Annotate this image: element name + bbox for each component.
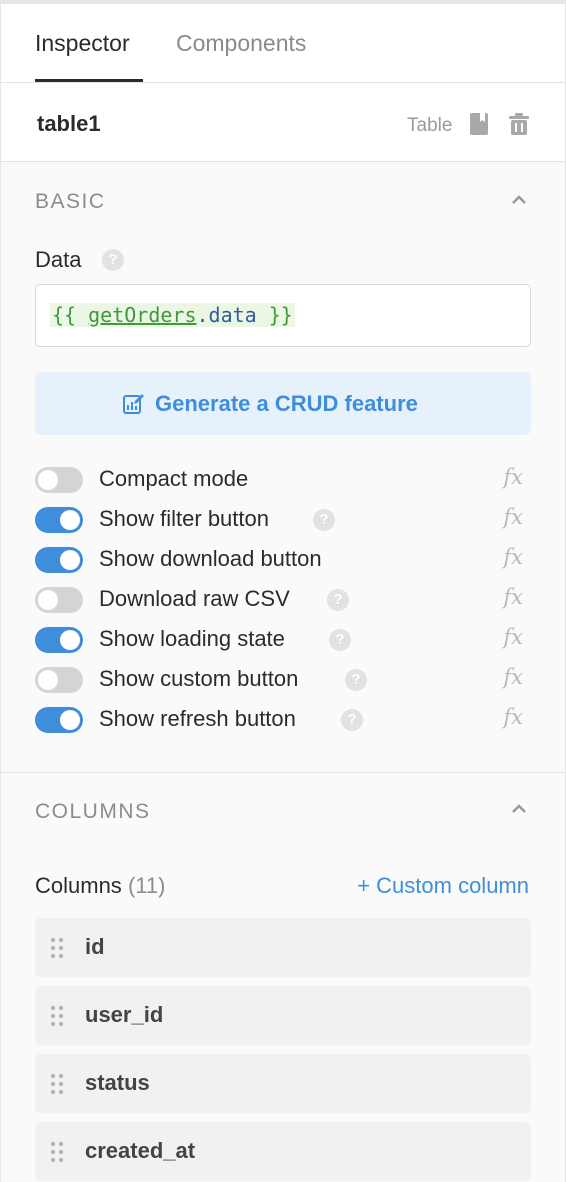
basic-section: BASIC Data ? {{ getOrders.data }} Genera…: [1, 162, 565, 773]
fx-icon[interactable]: fx: [503, 665, 523, 689]
column-name: user_id: [85, 1002, 164, 1027]
data-help-icon[interactable]: ?: [102, 249, 124, 271]
toggle-label: Show custom button: [99, 666, 299, 691]
help-icon[interactable]: ?: [327, 589, 349, 611]
fx-icon[interactable]: fx: [503, 585, 523, 609]
data-label: Data: [35, 247, 82, 272]
column-item[interactable]: created_at: [35, 1122, 531, 1181]
fx-icon[interactable]: fx: [503, 705, 523, 729]
form-edit-icon: [123, 394, 144, 414]
column-name: id: [85, 934, 105, 959]
component-name[interactable]: table1: [37, 111, 101, 137]
toggle-show-refresh-button: Show refresh button ? fx: [35, 705, 531, 735]
expr-query-name[interactable]: getOrders: [88, 303, 196, 327]
tab-inspector[interactable]: Inspector: [35, 30, 130, 57]
toggle-show-download-button: Show download button fx: [35, 545, 531, 575]
column-name: status: [85, 1070, 150, 1095]
generate-crud-button[interactable]: Generate a CRUD feature: [35, 372, 531, 435]
drag-handle-icon[interactable]: [49, 936, 65, 960]
toggle-label: Show loading state: [99, 626, 285, 651]
help-icon[interactable]: ?: [313, 509, 335, 531]
generate-crud-label: Generate a CRUD feature: [155, 391, 418, 416]
fx-icon[interactable]: fx: [503, 505, 523, 529]
help-icon[interactable]: ?: [329, 629, 351, 651]
fx-icon[interactable]: fx: [503, 545, 523, 569]
active-tab-indicator: [35, 79, 143, 82]
columns-count: (11): [127, 873, 166, 898]
show-loading-state-switch[interactable]: [35, 627, 83, 653]
help-icon[interactable]: ?: [345, 669, 367, 691]
component-header: table1 Table: [1, 83, 565, 162]
drag-handle-icon[interactable]: [49, 1072, 65, 1096]
show-custom-button-switch[interactable]: [35, 667, 83, 693]
help-icon[interactable]: ?: [341, 709, 363, 731]
show-refresh-button-switch[interactable]: [35, 707, 83, 733]
tab-components[interactable]: Components: [176, 30, 306, 57]
fx-icon[interactable]: fx: [503, 625, 523, 649]
basic-section-title: BASIC: [35, 190, 106, 213]
toggle-compact-mode: Compact mode fx: [35, 465, 531, 495]
download-raw-csv-switch[interactable]: [35, 587, 83, 613]
toggle-label: Show refresh button: [99, 706, 296, 731]
data-input[interactable]: {{ getOrders.data }}: [35, 284, 531, 347]
book-icon[interactable]: [469, 112, 489, 136]
add-custom-column-button[interactable]: + Custom column: [357, 873, 529, 899]
column-item[interactable]: status: [35, 1054, 531, 1113]
column-item[interactable]: id: [35, 918, 531, 977]
toggle-label: Compact mode: [99, 466, 249, 491]
column-name: created_at: [85, 1138, 196, 1163]
panel-tabs: Inspector Components: [1, 4, 565, 83]
toggle-show-filter-button: Show filter button ? fx: [35, 505, 531, 535]
columns-label-text: Columns: [35, 873, 122, 898]
column-item[interactable]: user_id: [35, 986, 531, 1045]
drag-handle-icon[interactable]: [49, 1004, 65, 1028]
columns-section: COLUMNS Columns (11) + Custom column id …: [1, 773, 565, 1182]
columns-label: Columns (11): [35, 873, 165, 899]
toggle-label: Show filter button: [99, 506, 269, 531]
toggle-label: Download raw CSV: [99, 586, 290, 611]
show-download-button-switch[interactable]: [35, 547, 83, 573]
trash-icon[interactable]: [508, 112, 530, 136]
toggle-show-custom-button: Show custom button ? fx: [35, 665, 531, 695]
data-expression: {{ getOrders.data }}: [50, 303, 295, 327]
show-filter-button-switch[interactable]: [35, 507, 83, 533]
fx-icon[interactable]: fx: [503, 465, 523, 489]
toggle-download-raw-csv: Download raw CSV ? fx: [35, 585, 531, 615]
expr-open-brace: {{: [52, 303, 89, 327]
toggle-label: Show download button: [99, 546, 322, 571]
component-type: Table: [407, 115, 453, 136]
compact-mode-switch[interactable]: [35, 467, 83, 493]
toggle-show-loading-state: Show loading state ? fx: [35, 625, 531, 655]
drag-handle-icon[interactable]: [49, 1140, 65, 1164]
collapse-basic-icon[interactable]: [511, 194, 527, 206]
collapse-columns-icon[interactable]: [511, 803, 527, 815]
inspector-panel: Inspector Components table1 Table BASIC …: [0, 0, 566, 1182]
columns-section-title: COLUMNS: [35, 800, 151, 823]
expr-property: .data: [196, 303, 257, 327]
expr-close-brace: }}: [256, 303, 293, 327]
